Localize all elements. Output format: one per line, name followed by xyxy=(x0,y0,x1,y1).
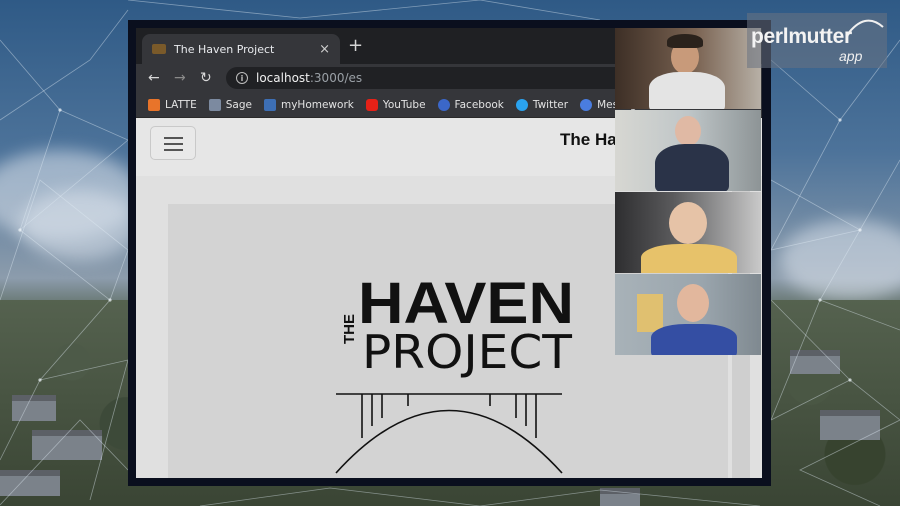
participant-face xyxy=(669,202,707,244)
logo-project: PROJECT xyxy=(362,325,573,379)
participant-face xyxy=(677,284,709,322)
bridge-icon xyxy=(335,393,563,474)
participant-video-2[interactable] xyxy=(615,110,761,191)
participant-body xyxy=(655,144,729,191)
logo-the: THE xyxy=(341,314,358,344)
participant-video-3[interactable] xyxy=(615,192,761,273)
bookmark-sage[interactable]: Sage xyxy=(208,98,252,111)
participant-face xyxy=(675,116,701,146)
haven-favicon-icon xyxy=(152,44,166,54)
message-icon xyxy=(580,98,593,111)
headset-icon xyxy=(667,34,703,48)
forward-arrow-icon[interactable]: → xyxy=(174,69,186,87)
bookmark-twitter[interactable]: Twitter xyxy=(515,98,568,111)
close-icon[interactable]: × xyxy=(319,43,330,56)
url-host: localhost xyxy=(256,71,310,85)
bookmark-myhomework[interactable]: myHomework xyxy=(263,98,354,111)
wall-poster xyxy=(637,294,663,332)
twitter-icon xyxy=(515,98,528,111)
back-arrow-icon[interactable]: ← xyxy=(148,69,160,87)
tab-title: The Haven Project xyxy=(174,42,275,56)
tab-the-haven-project[interactable]: The Haven Project × xyxy=(142,34,340,64)
participant-body xyxy=(641,244,737,273)
site-info-icon[interactable]: i xyxy=(236,72,248,84)
perlmutter-app-watermark: perlmutter app xyxy=(747,13,887,68)
participant-body xyxy=(651,324,737,355)
myhomework-icon xyxy=(263,98,276,111)
youtube-icon xyxy=(365,98,378,111)
haven-project-logo: THE HAVEN PROJECT xyxy=(335,271,574,474)
bookmark-youtube[interactable]: YouTube xyxy=(365,98,426,111)
bookmark-facebook[interactable]: Facebook xyxy=(437,98,504,111)
watermark-sub: app xyxy=(839,48,863,64)
new-tab-button[interactable]: + xyxy=(348,36,363,56)
participant-video-1[interactable] xyxy=(615,28,761,109)
participant-body xyxy=(649,72,725,109)
site-title: The Ha xyxy=(560,130,617,149)
bookmark-latte[interactable]: LATTE xyxy=(148,98,197,111)
watermark-main: perlmutter xyxy=(751,25,852,48)
latte-icon xyxy=(148,98,160,111)
participant-video-4[interactable] xyxy=(615,274,761,355)
hamburger-menu-button[interactable] xyxy=(150,126,196,160)
reload-icon[interactable]: ↻ xyxy=(200,69,212,87)
facebook-icon xyxy=(437,98,450,111)
url-path: :3000/es xyxy=(309,71,363,85)
sage-icon xyxy=(208,98,221,111)
